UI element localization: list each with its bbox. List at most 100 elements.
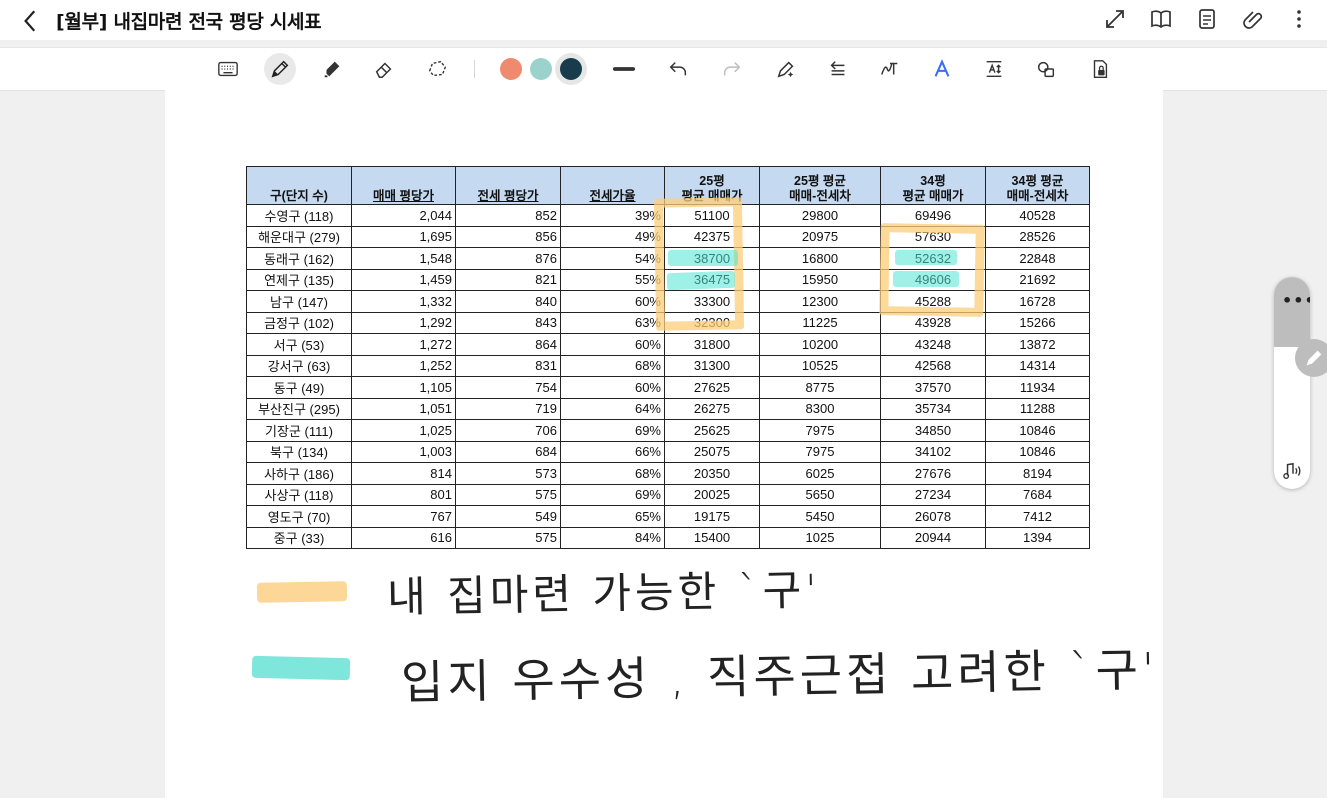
redo-icon (723, 62, 741, 76)
table-cell: 13872 (985, 333, 1090, 356)
table-cell: 기장군 (111) (246, 419, 352, 442)
keyboard-tool[interactable] (212, 53, 244, 85)
table-cell: 575 (455, 526, 561, 549)
table-cell: 1,025 (351, 419, 456, 442)
table-cell: 16728 (985, 290, 1090, 313)
drawing-toolbar (0, 47, 1327, 91)
undo-icon (669, 62, 687, 76)
column-header: 구(단지 수) (246, 166, 352, 205)
handwriting-text-tool[interactable] (874, 53, 906, 85)
table-cell: 10525 (759, 354, 881, 377)
table-cell: 사하구 (186) (246, 462, 352, 485)
table-cell: 수영구 (118) (246, 204, 352, 227)
redo-button[interactable] (716, 53, 748, 85)
table-row: 사하구 (186) 814 573 68% 20350 6025 27676 8194 (246, 462, 1090, 485)
side-panel-handle[interactable]: ••• (1274, 277, 1310, 347)
table-cell: 15950 (759, 268, 881, 291)
table-cell: 34102 (880, 440, 986, 463)
table-cell: 66% (560, 440, 665, 463)
table-cell: 27234 (880, 483, 986, 506)
color-swatch-navy[interactable] (560, 58, 582, 80)
note-page[interactable]: 구(단지 수) 매매 평당가 전세 평당가 전세가율 25평 평균 매매가 25평 평균 매매… (165, 90, 1163, 798)
table-cell: 5450 (759, 505, 881, 528)
table-cell: 65% (560, 505, 665, 528)
color-swatch-coral[interactable] (500, 58, 522, 80)
floating-pen-button[interactable] (1295, 339, 1327, 377)
expand-icon[interactable] (1103, 7, 1127, 31)
table-cell: 27676 (880, 462, 986, 485)
lock-page-tool[interactable] (1084, 53, 1116, 85)
table-row: 기장군 (111) 1,025 706 69% 25625 7975 34850 10846 (246, 419, 1090, 442)
table-cell: 26078 (880, 505, 986, 528)
table-cell: 69% (560, 483, 665, 506)
auto-shape-tool[interactable] (770, 53, 802, 85)
table-cell: 84% (560, 526, 665, 549)
highlighter-tool[interactable] (316, 53, 348, 85)
paperclip-icon[interactable] (1241, 7, 1265, 31)
table-cell: 11934 (985, 376, 1090, 399)
table-cell: 7975 (759, 440, 881, 463)
table-cell: 1,459 (351, 268, 456, 291)
table-cell: 11288 (985, 397, 1090, 420)
table-cell: 25075 (664, 440, 760, 463)
table-cell: 852 (455, 204, 561, 227)
table-row: 강서구 (63) 1,252 831 68% 31300 10525 42568 14314 (246, 354, 1090, 377)
legend-swatch-teal (251, 655, 351, 681)
table-cell: 15266 (985, 311, 1090, 334)
text-align-tool[interactable] (822, 53, 854, 85)
table-cell: 14314 (985, 354, 1090, 377)
table-cell: 7975 (759, 419, 881, 442)
table-cell: 31300 (664, 354, 760, 377)
table-cell: 11225 (759, 311, 881, 334)
document-icon[interactable] (1195, 7, 1219, 31)
pen-icon (271, 60, 289, 78)
table-cell: 28526 (985, 225, 1090, 248)
teal-highlight-dongnae-25 (668, 250, 738, 266)
shapes-icon (1037, 61, 1055, 78)
teal-highlight-yeonje-34 (893, 271, 959, 287)
eraser-tool[interactable] (368, 53, 400, 85)
table-cell: 60% (560, 333, 665, 356)
undo-button[interactable] (662, 53, 694, 85)
chevron-left-icon[interactable] (18, 8, 44, 34)
table-cell: 864 (455, 333, 561, 356)
text-style-tool[interactable] (926, 53, 958, 85)
book-icon[interactable] (1149, 7, 1173, 31)
table-row: 동구 (49) 1,105 754 60% 27625 8775 37570 11934 (246, 376, 1090, 399)
table-cell: 19175 (664, 505, 760, 528)
table-row: 서구 (53) 1,272 864 60% 31800 10200 43248 13872 (246, 333, 1090, 356)
table-cell: 16800 (759, 247, 881, 270)
table-cell: 22848 (985, 247, 1090, 270)
table-cell: 남구 (147) (246, 290, 352, 313)
header-actions (1103, 7, 1311, 31)
legend-note-affordable: 내 집마련 가능한 `구' (386, 565, 822, 622)
table-cell: 21692 (985, 268, 1090, 291)
pen-tool[interactable] (264, 53, 296, 85)
lasso-tool[interactable] (421, 53, 453, 85)
table-cell: 동래구 (162) (246, 247, 352, 270)
text-box-tool[interactable] (978, 53, 1010, 85)
table-cell: 54% (560, 247, 665, 270)
side-quick-panel: ••• (1274, 277, 1310, 489)
column-header: 34평 평균 매매가 (880, 166, 986, 205)
lasso-icon (428, 60, 447, 77)
more-vertical-icon[interactable] (1287, 7, 1311, 31)
table-cell: 8300 (759, 397, 881, 420)
column-header: 25평 평균 매매-전세차 (759, 166, 881, 205)
table-cell: 754 (455, 376, 561, 399)
more-horizontal-icon[interactable]: ••• (1282, 291, 1310, 310)
table-cell: 49% (560, 225, 665, 248)
table-cell: 20944 (880, 526, 986, 549)
table-cell: 64% (560, 397, 665, 420)
table-cell: 719 (455, 397, 561, 420)
table-cell: 해운대구 (279) (246, 225, 352, 248)
table-row: 부산진구 (295) 1,051 719 64% 26275 8300 35734 11288 (246, 397, 1090, 420)
stroke-width-tool[interactable] (608, 53, 640, 85)
table-cell: 767 (351, 505, 456, 528)
color-swatch-mint[interactable] (530, 58, 552, 80)
audio-note-icon[interactable] (1282, 461, 1304, 481)
table-cell: 8775 (759, 376, 881, 399)
shapes-tool[interactable] (1030, 53, 1062, 85)
table-cell: 6025 (759, 462, 881, 485)
table-cell: 20350 (664, 462, 760, 485)
